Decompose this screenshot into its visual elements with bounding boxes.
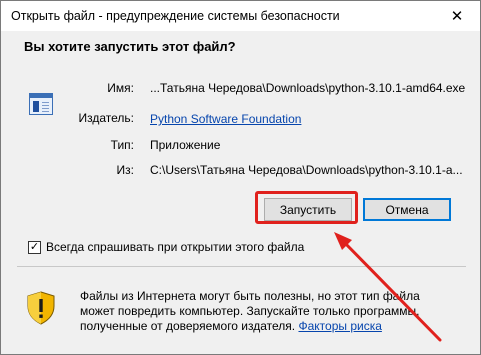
red-arrow-annotation xyxy=(334,232,442,342)
